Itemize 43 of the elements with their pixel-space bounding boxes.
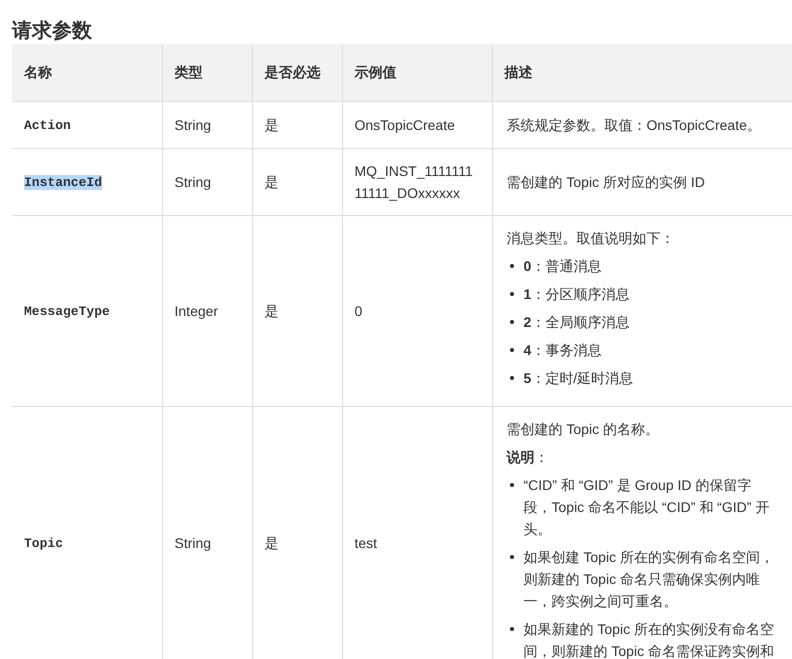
list-item: 2：全局顺序消息 xyxy=(524,313,630,332)
description-text: 消息类型。取值说明如下： xyxy=(506,229,676,248)
bullet-icon xyxy=(510,483,514,487)
bullet-icon xyxy=(510,292,514,296)
table-cell: 是 xyxy=(252,102,342,148)
parameter-name: Topic xyxy=(24,536,64,551)
table-cell: Integer xyxy=(162,216,252,406)
bullet-icon xyxy=(510,348,514,352)
column-header: 描述 xyxy=(492,44,792,102)
list-item: 5：定时/延时消息 xyxy=(524,369,634,388)
column-header: 类型 xyxy=(162,44,252,102)
column-header: 是否必选 xyxy=(252,44,342,102)
list-item: 0：普通消息 xyxy=(524,257,602,276)
bullet-icon xyxy=(510,627,514,631)
bullet-icon xyxy=(510,320,514,324)
table-cell: 是 xyxy=(252,406,342,659)
column-header: 示例值 xyxy=(342,44,492,102)
table-cell: test xyxy=(342,406,492,659)
table-cell: String xyxy=(162,148,252,216)
table-cell: MQ_INST_111111111111_DOxxxxxx xyxy=(342,148,492,216)
bullet-icon xyxy=(510,264,514,268)
description-text: 需创建的 Topic 的名称。 xyxy=(506,420,660,439)
table-cell: 0 xyxy=(342,216,492,406)
parameter-name: InstanceId xyxy=(24,175,102,190)
table-cell: 是 xyxy=(252,216,342,406)
bullet-icon xyxy=(510,555,514,559)
list-item: 4：事务消息 xyxy=(524,341,602,360)
table-cell: String xyxy=(162,102,252,148)
section-title: 请求参数 xyxy=(12,19,93,44)
parameter-name: Action xyxy=(24,118,71,133)
column-header: 名称 xyxy=(12,44,162,102)
list-item: 如果新建的 Topic 所在的实例没有命名空间，则新建的 Topic 命名需保证跨实例和 xyxy=(524,620,775,659)
list-item: “CID” 和 “GID” 是 Group ID 的保留字段，Topic 命名不能以 “CID” 和 “GID” 开头。 xyxy=(524,476,770,539)
description-text: 系统规定参数。取值：OnsTopicCreate。 xyxy=(506,116,762,135)
table-cell: OnsTopicCreate xyxy=(342,102,492,148)
description-text: 需创建的 Topic 所对应的实例 ID xyxy=(506,173,706,192)
table-cell: String xyxy=(162,406,252,659)
table-cell: 是 xyxy=(252,148,342,216)
list-item: 1：分区顺序消息 xyxy=(524,285,630,304)
description-text: 说明： xyxy=(506,448,550,467)
list-item: 如果创建 Topic 所在的实例有命名空间，则新建的 Topic 命名只需确保实例内唯一，跨实例之间可重名。 xyxy=(524,548,775,611)
bullet-icon xyxy=(510,376,514,380)
parameter-name: MessageType xyxy=(24,304,110,319)
